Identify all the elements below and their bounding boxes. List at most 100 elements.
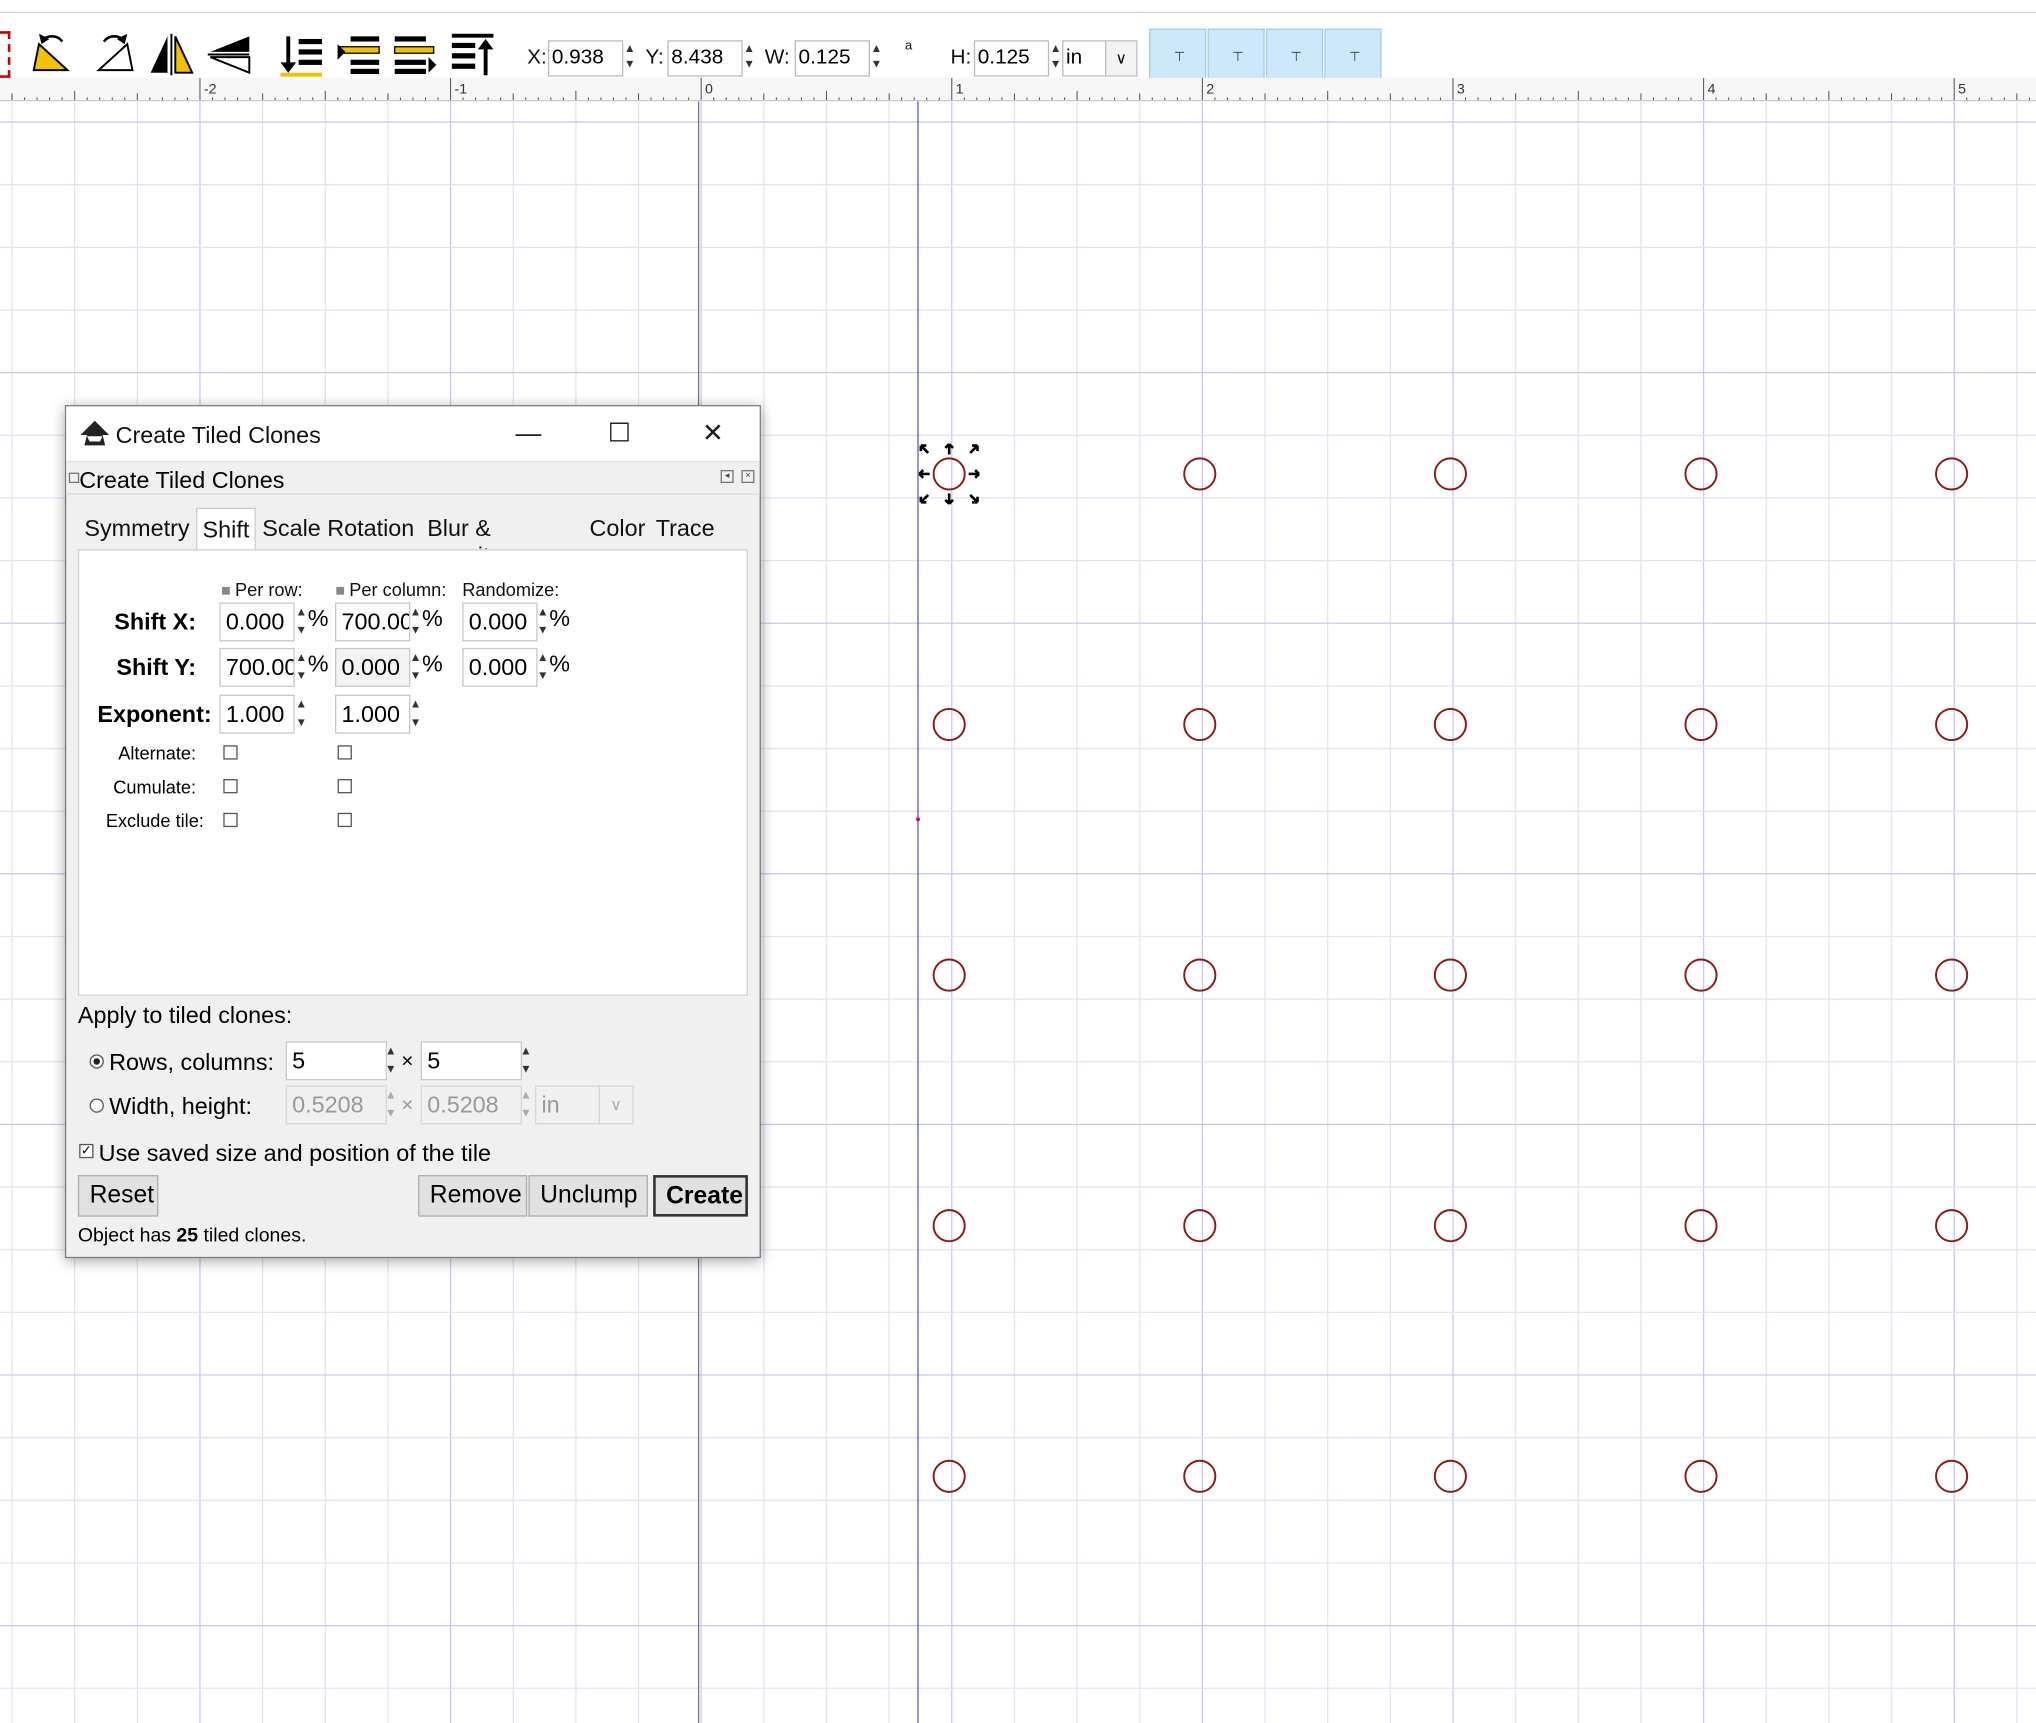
- columns-input[interactable]: 5: [420, 1041, 522, 1081]
- x-input[interactable]: 0.938: [547, 40, 624, 77]
- maximize-button[interactable]: ☐: [596, 412, 643, 456]
- flip-horizontal-icon[interactable]: [148, 31, 195, 78]
- create-button[interactable]: Create: [653, 1175, 748, 1217]
- clone-circle[interactable]: [1433, 1209, 1467, 1243]
- clone-circle[interactable]: [932, 1209, 966, 1243]
- shift-y-randomize-input[interactable]: 0.000: [462, 647, 538, 687]
- shift-x-per-column-input[interactable]: 700.00: [335, 602, 411, 642]
- raise-icon[interactable]: [392, 31, 439, 78]
- exponent-per-column-spinner[interactable]: ▲ ▼: [409, 695, 422, 734]
- h-spinner[interactable]: ▲ ▼: [1049, 40, 1062, 76]
- shift-y-per-row-input[interactable]: 700.00: [219, 647, 295, 687]
- tab-symmetry[interactable]: Symmetry: [84, 508, 189, 550]
- remove-button[interactable]: Remove: [418, 1175, 528, 1217]
- selection-handle[interactable]: [967, 443, 980, 456]
- clone-circle[interactable]: [1433, 1459, 1467, 1493]
- y-spinner[interactable]: ▲ ▼: [743, 40, 756, 76]
- panel-iconify-icon[interactable]: ◂: [720, 470, 734, 484]
- clone-circle[interactable]: [932, 707, 966, 742]
- clone-circle[interactable]: [1935, 958, 1969, 992]
- lower-to-bottom-icon[interactable]: [278, 31, 325, 78]
- clone-circle[interactable]: [932, 958, 966, 992]
- clone-circle[interactable]: [1183, 1209, 1217, 1243]
- shift-y-per-column-spinner[interactable]: ▲ ▼: [409, 648, 422, 687]
- lock-icon[interactable]: a: [905, 39, 912, 53]
- width-input[interactable]: 0.5208: [285, 1085, 387, 1125]
- tab-shift[interactable]: Shift: [196, 507, 256, 552]
- rotate-cw-icon[interactable]: [91, 31, 138, 78]
- clone-circle[interactable]: [1684, 457, 1718, 491]
- clone-circle[interactable]: [1433, 457, 1467, 491]
- clone-circle[interactable]: [1935, 1209, 1969, 1243]
- clone-circle[interactable]: [1684, 1209, 1718, 1243]
- flip-vertical-icon[interactable]: [205, 31, 252, 78]
- shift-x-per-row-input[interactable]: 0.000: [219, 602, 295, 642]
- tab-rotation[interactable]: Rotation: [327, 508, 414, 550]
- selection-handle[interactable]: [918, 443, 931, 456]
- w-spinner[interactable]: ▲ ▼: [870, 40, 883, 76]
- rows-input[interactable]: 5: [285, 1041, 387, 1081]
- reset-button[interactable]: Reset: [77, 1175, 159, 1217]
- h-input[interactable]: 0.125: [973, 40, 1050, 77]
- selection-handle[interactable]: [918, 469, 930, 479]
- shift-x-per-column-spinner[interactable]: ▲ ▼: [409, 602, 422, 641]
- alternate-per-row-checkbox[interactable]: [223, 745, 238, 760]
- x-spinner[interactable]: ▲ ▼: [623, 40, 636, 76]
- tab-trace[interactable]: Trace: [656, 508, 715, 550]
- clone-circle[interactable]: [1183, 1459, 1217, 1493]
- shift-x-randomize-spinner[interactable]: ▲ ▼: [536, 602, 549, 641]
- exclude-per-column-checkbox[interactable]: [337, 812, 352, 828]
- clone-circle[interactable]: [1183, 457, 1217, 491]
- clone-circle[interactable]: [1433, 958, 1467, 992]
- clone-circle[interactable]: [1684, 707, 1718, 742]
- tab-color[interactable]: Color: [590, 508, 646, 550]
- exponent-per-row-input[interactable]: 1.000: [219, 694, 295, 734]
- clone-circle[interactable]: [1684, 958, 1718, 992]
- panel-close-icon[interactable]: ×: [741, 470, 755, 484]
- unit-select[interactable]: in ∨: [1062, 40, 1138, 77]
- tab-scale[interactable]: Scale: [262, 508, 320, 550]
- shift-y-randomize-spinner[interactable]: ▲ ▼: [536, 648, 549, 687]
- minimize-button[interactable]: —: [505, 412, 552, 456]
- unclump-button[interactable]: Unclump: [528, 1175, 648, 1217]
- lower-icon[interactable]: [335, 31, 382, 78]
- rotate-ccw-icon[interactable]: [29, 31, 76, 78]
- clone-circle[interactable]: [1935, 707, 1969, 742]
- width-spinner[interactable]: ▲ ▼: [384, 1085, 397, 1124]
- cumulate-per-row-checkbox[interactable]: [223, 779, 238, 794]
- selection-handle[interactable]: [968, 469, 980, 479]
- original-tile[interactable]: [932, 457, 966, 491]
- clone-circle[interactable]: [1183, 707, 1217, 742]
- shift-x-randomize-input[interactable]: 0.000: [462, 602, 538, 642]
- alternate-per-column-checkbox[interactable]: [337, 745, 352, 760]
- clone-circle[interactable]: [1684, 1459, 1718, 1493]
- columns-spinner[interactable]: ▲ ▼: [519, 1041, 532, 1080]
- exponent-per-column-input[interactable]: 1.000: [335, 694, 411, 734]
- rows-spinner[interactable]: ▲ ▼: [384, 1041, 397, 1080]
- raise-to-top-icon[interactable]: [449, 31, 496, 78]
- clone-circle[interactable]: [1183, 958, 1217, 992]
- per-column-toggle-icon[interactable]: [336, 587, 345, 596]
- shift-x-per-row-spinner[interactable]: ▲ ▼: [295, 602, 308, 641]
- exclude-per-row-checkbox[interactable]: [223, 812, 238, 828]
- width-height-radio[interactable]: [89, 1098, 104, 1113]
- y-input[interactable]: 8.438: [667, 40, 743, 77]
- tab-blur-opacity[interactable]: Blur & opacity: [427, 508, 501, 568]
- wh-unit-select[interactable]: in ∨: [534, 1085, 634, 1125]
- exponent-per-row-spinner[interactable]: ▲ ▼: [295, 695, 308, 734]
- clone-circle[interactable]: [1935, 1459, 1969, 1493]
- dialog-titlebar[interactable]: Create Tiled Clones — ☐ ✕: [66, 406, 760, 461]
- rows-columns-radio[interactable]: [89, 1054, 104, 1069]
- shift-y-per-row-spinner[interactable]: ▲ ▼: [295, 648, 308, 687]
- cumulate-per-column-checkbox[interactable]: [337, 779, 352, 794]
- w-input[interactable]: 0.125: [794, 40, 870, 77]
- per-row-toggle-icon[interactable]: [222, 587, 230, 596]
- height-input[interactable]: 0.5208: [420, 1085, 522, 1125]
- clone-circle[interactable]: [1935, 457, 1969, 491]
- use-saved-checkbox[interactable]: ✓: [79, 1143, 94, 1159]
- shift-y-per-column-input[interactable]: 0.000: [335, 647, 411, 687]
- horizontal-ruler[interactable]: -2 -1 0 1 2 3 4 5: [0, 77, 2036, 102]
- clone-circle[interactable]: [1433, 707, 1467, 742]
- close-button[interactable]: ✕: [689, 412, 736, 456]
- height-spinner[interactable]: ▲ ▼: [519, 1085, 532, 1124]
